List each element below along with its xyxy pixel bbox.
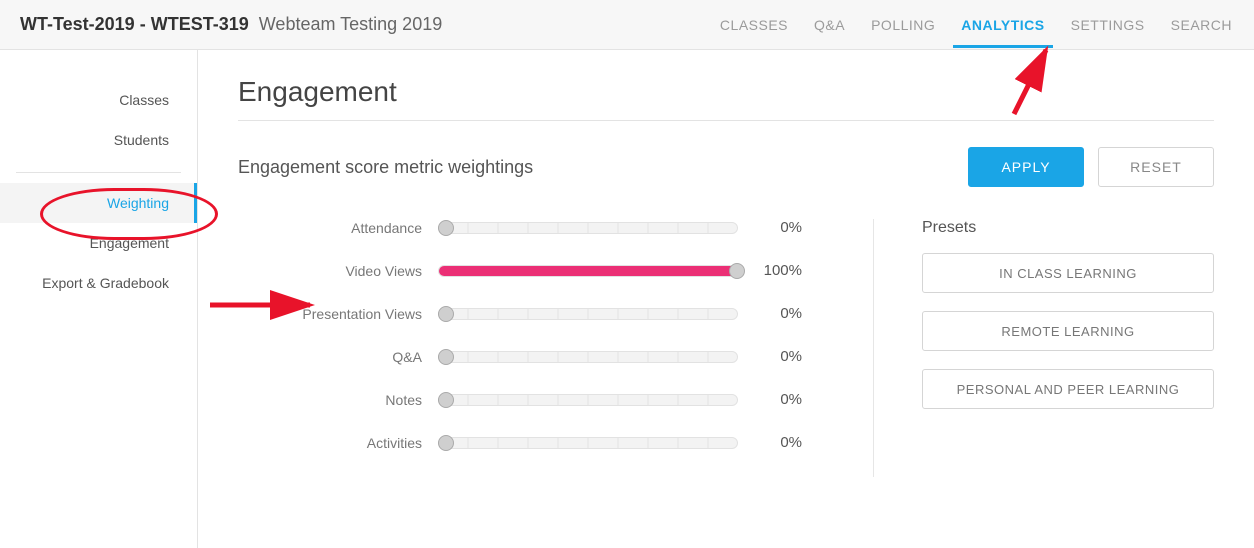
sidebar-separator [16,172,181,173]
sidebar-item-engagement[interactable]: Engagement [0,223,197,263]
metric-percent: 0% [738,391,802,408]
metric-label: Activities [238,435,438,451]
nav-classes[interactable]: CLASSES [718,3,790,47]
sidebar-group-overview: Classes Students [0,80,197,160]
metric-label: Notes [238,392,438,408]
action-buttons: APPLY RESET [968,147,1214,187]
metric-row: Q&A 0% [238,348,833,365]
nav-settings[interactable]: SETTINGS [1069,3,1147,47]
metric-label: Video Views [238,263,438,279]
sidebar-item-export-gradebook[interactable]: Export & Gradebook [0,263,197,303]
metric-label: Q&A [238,349,438,365]
metric-row: Notes 0% [238,391,833,408]
nav-analytics[interactable]: ANALYTICS [959,3,1046,47]
apply-button[interactable]: APPLY [968,147,1084,187]
reset-button[interactable]: RESET [1098,147,1214,187]
metric-row: Activities 0% [238,434,833,451]
metric-slider[interactable] [438,437,738,449]
metric-row: Attendance 0% [238,219,833,236]
metric-slider[interactable] [438,394,738,406]
nav-search[interactable]: SEARCH [1169,3,1234,47]
metric-slider[interactable] [438,265,738,277]
slider-handle[interactable] [438,435,454,451]
slider-handle[interactable] [438,392,454,408]
metric-slider[interactable] [438,308,738,320]
crumb-course-name: Webteam Testing 2019 [254,14,442,34]
annotation-arrow-analytics [1004,44,1064,124]
top-nav: CLASSES Q&A POLLING ANALYTICS SETTINGS S… [718,3,1234,47]
crumb-section-code: WTEST-319 [151,14,249,34]
crumb-course-code: WT-Test-2019 [20,14,135,34]
slider-handle[interactable] [438,349,454,365]
sliders-column: Attendance0%Video Views100%Presentation … [238,219,874,477]
title-rule [238,120,1214,121]
weights-area: Attendance0%Video Views100%Presentation … [238,213,1214,477]
subhead-row: Engagement score metric weightings APPLY… [238,147,1214,187]
metric-slider[interactable] [438,222,738,234]
sidebar-item-classes[interactable]: Classes [0,80,197,120]
slider-fill [439,266,737,276]
sidebar: Classes Students Weighting Engagement Ex… [0,50,198,548]
section-subtitle: Engagement score metric weightings [238,157,533,178]
metric-percent: 0% [738,348,802,365]
metric-percent: 100% [738,262,802,279]
slider-handle[interactable] [438,220,454,236]
slider-handle[interactable] [438,306,454,322]
metric-percent: 0% [738,219,802,236]
sidebar-item-students[interactable]: Students [0,120,197,160]
preset-personal[interactable]: PERSONAL AND PEER LEARNING [922,369,1214,409]
metric-row: Video Views 100% [238,262,833,279]
nav-qa[interactable]: Q&A [812,3,847,47]
preset-remote[interactable]: REMOTE LEARNING [922,311,1214,351]
main-content: Engagement Engagement score metric weigh… [198,50,1254,548]
presets-column: Presets IN CLASS LEARNING REMOTE LEARNIN… [914,219,1214,427]
breadcrumb: WT-Test-2019 - WTEST-319 Webteam Testing… [20,14,442,35]
slider-handle[interactable] [729,263,745,279]
nav-polling[interactable]: POLLING [869,3,937,47]
annotation-arrow-video [210,290,330,320]
sidebar-item-weighting[interactable]: Weighting [0,183,197,223]
preset-in-class[interactable]: IN CLASS LEARNING [922,253,1214,293]
metric-label: Attendance [238,220,438,236]
metric-slider[interactable] [438,351,738,363]
sidebar-group-settings: Weighting Engagement Export & Gradebook [0,183,197,303]
presets-title: Presets [922,219,1214,237]
top-bar: WT-Test-2019 - WTEST-319 Webteam Testing… [0,0,1254,50]
page-title: Engagement [238,76,1214,108]
metric-percent: 0% [738,434,802,451]
metric-percent: 0% [738,305,802,322]
page-body: Classes Students Weighting Engagement Ex… [0,50,1254,548]
